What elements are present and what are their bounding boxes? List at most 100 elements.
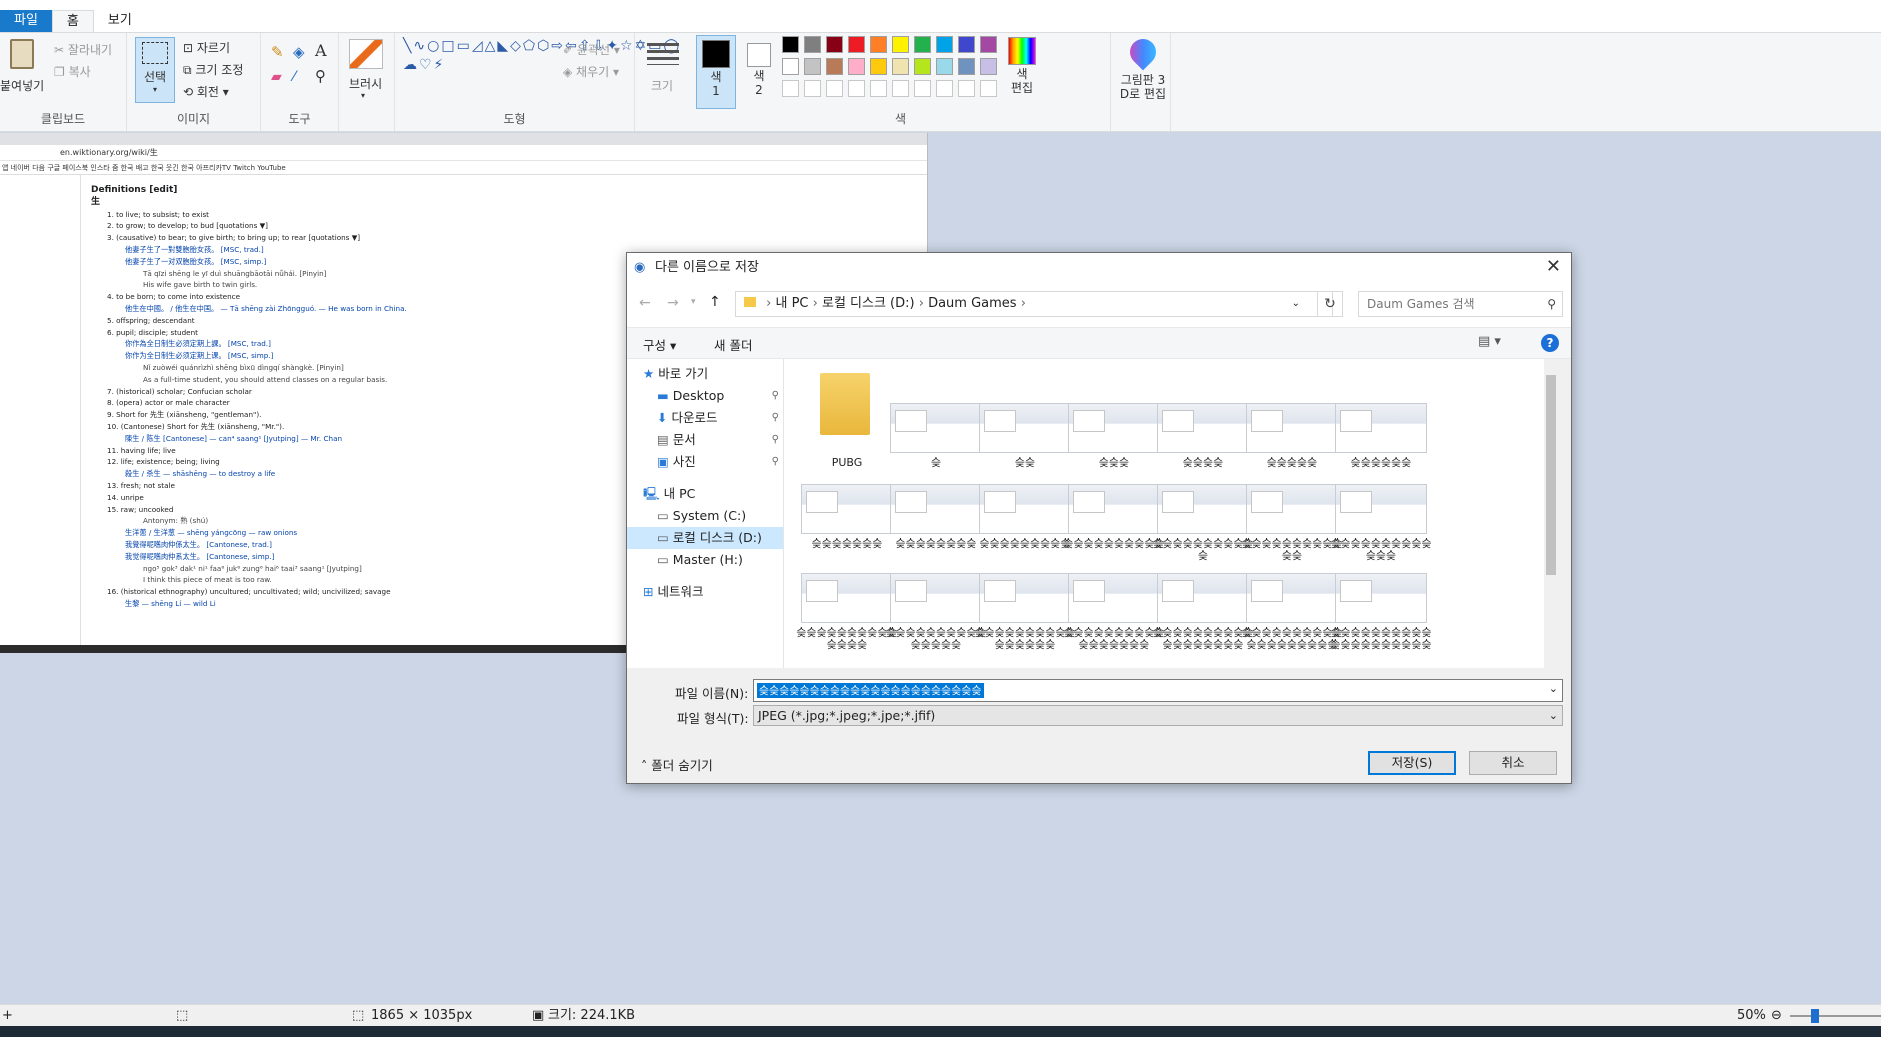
nav-quick-access[interactable]: ★ 바로 가기 [643, 363, 783, 385]
custom-color-slot[interactable] [958, 80, 975, 97]
magnifier-icon[interactable]: ⚲ [315, 67, 326, 85]
color-swatch[interactable] [958, 58, 975, 75]
breadcrumb-this-pc[interactable]: 내 PC [775, 296, 808, 311]
resize-button[interactable]: ⧉ 크기 조정 [183, 61, 243, 78]
image-thumbnail[interactable] [801, 573, 893, 623]
image-thumbnail[interactable] [1335, 573, 1427, 623]
outline-button[interactable]: ✐ 윤곽선 ▾ [563, 41, 620, 58]
color-swatch[interactable] [980, 58, 997, 75]
address-dropdown-icon[interactable]: ⌄ [1292, 292, 1300, 316]
breadcrumb-local-d[interactable]: 로컬 디스크 (D:) [822, 296, 915, 311]
image-thumbnail[interactable] [890, 573, 982, 623]
close-icon[interactable]: ✕ [1546, 257, 1561, 277]
folder-icon[interactable] [820, 373, 870, 435]
image-thumbnail[interactable] [1068, 403, 1160, 453]
hide-folders-button[interactable]: ˄ 폴더 숨기기 [641, 755, 713, 774]
image-thumbnail[interactable] [979, 403, 1071, 453]
color-swatch[interactable] [914, 36, 931, 53]
save-button[interactable]: 저장(S) [1368, 751, 1456, 775]
nav-pictures[interactable]: ▣ 사진 ⚲ [657, 451, 783, 473]
color-swatch[interactable] [936, 58, 953, 75]
tab-file[interactable]: 파일 [0, 10, 52, 32]
brushes-button[interactable]: 브러시 [349, 75, 382, 92]
pencil-icon[interactable]: ✎ [271, 43, 284, 61]
color2-button[interactable]: 색 2 [741, 35, 777, 109]
color-swatch[interactable] [848, 58, 865, 75]
custom-color-slot[interactable] [848, 80, 865, 97]
line-size-icon[interactable] [647, 43, 679, 65]
breadcrumb-daum-games[interactable]: Daum Games [928, 296, 1017, 311]
paste-button[interactable]: 붙여넣기 [0, 77, 44, 94]
size-button[interactable]: 크기 [651, 77, 673, 94]
cancel-button[interactable]: 취소 [1469, 751, 1557, 775]
shapes-gallery[interactable]: ╲∿○□▭◿△◣◇⬠⬡⇨⇦⇧⇩✦☆✡▭◯☁♡⚡ [403, 37, 679, 95]
image-thumbnail[interactable] [1157, 573, 1249, 623]
brushes-dropdown-icon[interactable]: ▾ [361, 91, 365, 100]
paste-icon[interactable] [10, 39, 34, 69]
back-icon[interactable]: ← [639, 295, 651, 311]
image-thumbnail[interactable] [1068, 484, 1160, 534]
custom-color-slot[interactable] [826, 80, 843, 97]
zoom-out-icon[interactable]: ⊖ [1771, 1005, 1782, 1027]
rotate-button[interactable]: ⟲ 회전 ▾ [183, 83, 229, 100]
image-thumbnail[interactable] [979, 573, 1071, 623]
color-swatch[interactable] [848, 36, 865, 53]
nav-downloads[interactable]: ⬇ 다운로드 ⚲ [657, 407, 783, 429]
filetype-select[interactable]: JPEG (*.jpg;*.jpeg;*.jpe;*.jfif) ⌄ [753, 705, 1563, 726]
nav-documents[interactable]: ▤ 문서 ⚲ [657, 429, 783, 451]
cut-button[interactable]: ✂ 잘라내기 [54, 41, 112, 58]
organize-button[interactable]: 구성 ▾ [643, 335, 676, 354]
color-swatch[interactable] [892, 36, 909, 53]
nav-network[interactable]: ⊞ 네트워크 [643, 581, 783, 603]
custom-color-slot[interactable] [782, 80, 799, 97]
image-thumbnail[interactable] [1157, 403, 1249, 453]
tab-view[interactable]: 보기 [94, 10, 146, 32]
color-swatch[interactable] [914, 58, 931, 75]
crop-button[interactable]: ⊡ 자르기 [183, 39, 230, 56]
zoom-slider[interactable] [1790, 1015, 1881, 1017]
custom-color-slot[interactable] [980, 80, 997, 97]
nav-this-pc[interactable]: 🖳 내 PC [643, 483, 783, 505]
recent-dropdown-icon[interactable]: ▾ [691, 297, 696, 307]
color-swatch[interactable] [936, 36, 953, 53]
image-thumbnail[interactable] [1246, 484, 1338, 534]
color-swatch[interactable] [804, 58, 821, 75]
select-button[interactable]: 선택 ▾ [135, 37, 175, 103]
paint3d-button[interactable]: 그림판 3 D로 편집 [1115, 33, 1171, 101]
fill-button[interactable]: ◈ 채우기 ▾ [563, 63, 619, 80]
image-thumbnail[interactable] [1246, 403, 1338, 453]
filename-input[interactable]: 슺슺슺슺슺슺슺슺슺슺슺슺슺슺슺슺슺슺슺슺슺슺 ⌄ [753, 679, 1563, 702]
custom-color-slot[interactable] [914, 80, 931, 97]
text-icon[interactable]: A [315, 41, 327, 60]
address-bar[interactable]: › 내 PC › 로컬 디스크 (D:) › Daum Games › ⌄ [735, 291, 1333, 317]
color-swatch[interactable] [958, 36, 975, 53]
view-options-icon[interactable]: ▤ ▾ [1478, 334, 1501, 349]
color-swatch[interactable] [826, 36, 843, 53]
custom-color-slot[interactable] [804, 80, 821, 97]
vertical-scrollbar[interactable] [1544, 359, 1558, 668]
nav-master-h[interactable]: ▭ Master (H:) [657, 549, 783, 571]
search-input[interactable]: Daum Games 검색 ⚲ [1358, 291, 1563, 317]
color-swatch[interactable] [804, 36, 821, 53]
nav-desktop[interactable]: ▬ Desktop ⚲ [657, 385, 783, 407]
color-swatch[interactable] [782, 36, 799, 53]
image-thumbnail[interactable] [801, 484, 893, 534]
color-swatch[interactable] [782, 58, 799, 75]
color-swatch[interactable] [826, 58, 843, 75]
scrollbar-thumb[interactable] [1546, 375, 1556, 575]
refresh-icon[interactable]: ↻ [1317, 291, 1343, 317]
image-thumbnail[interactable] [1157, 484, 1249, 534]
custom-color-slot[interactable] [936, 80, 953, 97]
fill-icon[interactable]: ◈ [293, 43, 305, 61]
color-swatch[interactable] [870, 36, 887, 53]
custom-color-slot[interactable] [870, 80, 887, 97]
color1-button[interactable]: 색 1 [696, 35, 736, 109]
filename-dropdown-icon[interactable]: ⌄ [1549, 682, 1558, 695]
image-thumbnail[interactable] [890, 484, 982, 534]
image-thumbnail[interactable] [890, 403, 982, 453]
image-thumbnail[interactable] [1246, 573, 1338, 623]
color-swatch[interactable] [892, 58, 909, 75]
forward-icon[interactable]: → [667, 295, 679, 311]
edit-colors-button[interactable]: 색 편집 [1004, 37, 1040, 109]
color-swatch[interactable] [980, 36, 997, 53]
